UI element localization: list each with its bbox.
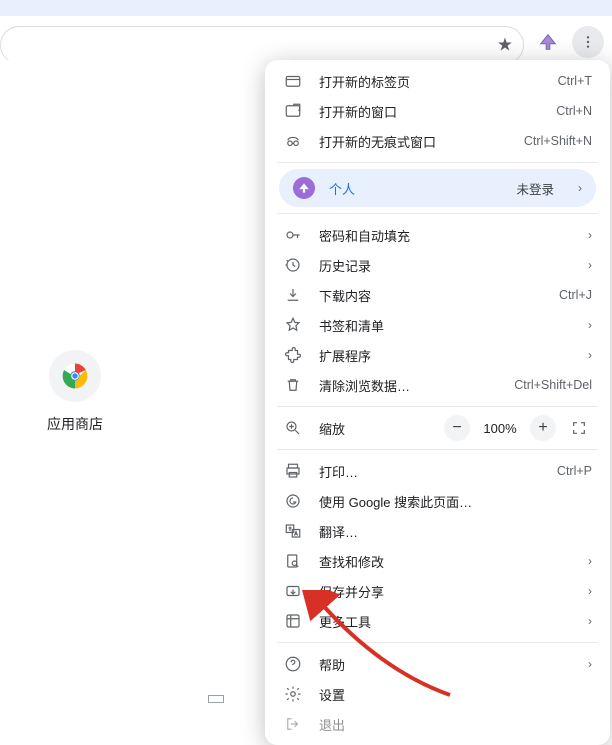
store-profile: 应用商店 xyxy=(30,350,120,434)
menu-new-tab[interactable]: 打开新的标签页 Ctrl+T xyxy=(265,66,610,96)
store-avatar[interactable] xyxy=(49,350,101,402)
chevron-right-icon: › xyxy=(588,584,592,598)
exit-icon xyxy=(283,715,303,733)
trash-icon xyxy=(283,376,303,394)
profile-avatar-icon xyxy=(293,177,315,199)
separator xyxy=(277,213,598,214)
zoom-icon xyxy=(283,419,303,437)
menu-bookmarks[interactable]: 书签和清单 › xyxy=(265,310,610,340)
zoom-value: 100% xyxy=(480,421,520,436)
menu-profile-label: 个人 xyxy=(329,179,502,198)
menu-exit-label: 退出 xyxy=(319,715,592,734)
menu-print-label: 打印… xyxy=(319,462,541,481)
translate-icon xyxy=(283,522,303,540)
key-icon xyxy=(283,226,303,244)
separator xyxy=(277,162,598,163)
menu-new-window-shortcut: Ctrl+N xyxy=(556,104,592,118)
menu-help[interactable]: 帮助 › xyxy=(265,649,610,679)
zoom-out-button[interactable]: − xyxy=(444,415,470,441)
menu-profile[interactable]: 个人 未登录 › xyxy=(279,169,596,207)
menu-help-label: 帮助 xyxy=(319,655,562,674)
chevron-right-icon: › xyxy=(588,554,592,568)
menu-new-window[interactable]: 打开新的窗口 Ctrl+N xyxy=(265,96,610,126)
small-indicator xyxy=(208,695,224,703)
chevron-right-icon: › xyxy=(588,258,592,272)
menu-print-shortcut: Ctrl+P xyxy=(557,464,592,478)
separator xyxy=(277,642,598,643)
chrome-menu: 打开新的标签页 Ctrl+T 打开新的窗口 Ctrl+N 打开新的无痕式窗口 C… xyxy=(265,60,610,745)
menu-extensions-label: 扩展程序 xyxy=(319,346,562,365)
menu-incognito-label: 打开新的无痕式窗口 xyxy=(319,132,508,151)
omnibox-wrap: ★ xyxy=(0,26,534,64)
menu-google-search-label: 使用 Google 搜索此页面… xyxy=(319,492,592,511)
more-menu-button[interactable] xyxy=(572,26,604,58)
zoom-in-button[interactable]: + xyxy=(530,415,556,441)
menu-new-tab-label: 打开新的标签页 xyxy=(319,72,542,91)
menu-passwords-label: 密码和自动填充 xyxy=(319,226,562,245)
menu-translate-label: 翻译… xyxy=(319,522,592,541)
menu-history-label: 历史记录 xyxy=(319,256,562,275)
menu-incognito[interactable]: 打开新的无痕式窗口 Ctrl+Shift+N xyxy=(265,126,610,156)
store-name: 应用商店 xyxy=(30,414,120,434)
save-share-icon xyxy=(283,582,303,600)
menu-clear-data[interactable]: 清除浏览数据… Ctrl+Shift+Del xyxy=(265,370,610,400)
menu-clear-data-shortcut: Ctrl+Shift+Del xyxy=(514,378,592,392)
menu-incognito-shortcut: Ctrl+Shift+N xyxy=(524,134,592,148)
incognito-icon xyxy=(283,132,303,150)
separator xyxy=(277,406,598,407)
menu-more-tools[interactable]: 更多工具 › xyxy=(265,606,610,636)
omnibox[interactable]: ★ xyxy=(0,26,524,64)
tools-icon xyxy=(283,612,303,630)
menu-extensions[interactable]: 扩展程序 › xyxy=(265,340,610,370)
tab-icon xyxy=(283,72,303,90)
bookmark-star-icon[interactable]: ★ xyxy=(497,35,513,56)
separator xyxy=(277,449,598,450)
print-icon xyxy=(283,462,303,480)
find-icon xyxy=(283,552,303,570)
menu-save-share-label: 保存并分享 xyxy=(319,582,562,601)
chevron-right-icon: › xyxy=(588,228,592,242)
fullscreen-button[interactable] xyxy=(566,415,592,441)
menu-find-edit[interactable]: 查找和修改 › xyxy=(265,546,610,576)
menu-exit[interactable]: 退出 xyxy=(265,709,610,739)
history-icon xyxy=(283,256,303,274)
window-icon xyxy=(283,102,303,120)
chevron-right-icon: › xyxy=(588,657,592,671)
chevron-right-icon: › xyxy=(588,348,592,362)
menu-print[interactable]: 打印… Ctrl+P xyxy=(265,456,610,486)
puzzle-icon xyxy=(283,346,303,364)
menu-downloads-shortcut: Ctrl+J xyxy=(559,288,592,302)
download-icon xyxy=(283,286,303,304)
menu-new-window-label: 打开新的窗口 xyxy=(319,102,540,121)
chevron-right-icon: › xyxy=(588,318,592,332)
menu-downloads[interactable]: 下载内容 Ctrl+J xyxy=(265,280,610,310)
menu-google-search[interactable]: 使用 Google 搜索此页面… xyxy=(265,486,610,516)
gear-icon xyxy=(283,685,303,703)
menu-zoom-label: 缩放 xyxy=(319,419,428,438)
menu-bookmarks-label: 书签和清单 xyxy=(319,316,562,335)
menu-more-tools-label: 更多工具 xyxy=(319,612,562,631)
menu-save-share[interactable]: 保存并分享 › xyxy=(265,576,610,606)
menu-settings[interactable]: 设置 xyxy=(265,679,610,709)
menu-passwords[interactable]: 密码和自动填充 › xyxy=(265,220,610,250)
menu-settings-label: 设置 xyxy=(319,685,592,704)
menu-find-edit-label: 查找和修改 xyxy=(319,552,562,571)
profile-avatar-toolbar[interactable] xyxy=(534,28,562,56)
menu-history[interactable]: 历史记录 › xyxy=(265,250,610,280)
menu-clear-data-label: 清除浏览数据… xyxy=(319,376,498,395)
chevron-right-icon: › xyxy=(578,181,582,195)
menu-zoom: 缩放 − 100% + xyxy=(265,413,610,443)
menu-downloads-label: 下载内容 xyxy=(319,286,543,305)
menu-profile-status: 未登录 xyxy=(516,179,554,198)
help-icon xyxy=(283,655,303,673)
chevron-right-icon: › xyxy=(588,614,592,628)
star-icon xyxy=(283,316,303,334)
menu-new-tab-shortcut: Ctrl+T xyxy=(558,74,592,88)
menu-translate[interactable]: 翻译… xyxy=(265,516,610,546)
google-icon xyxy=(283,492,303,510)
